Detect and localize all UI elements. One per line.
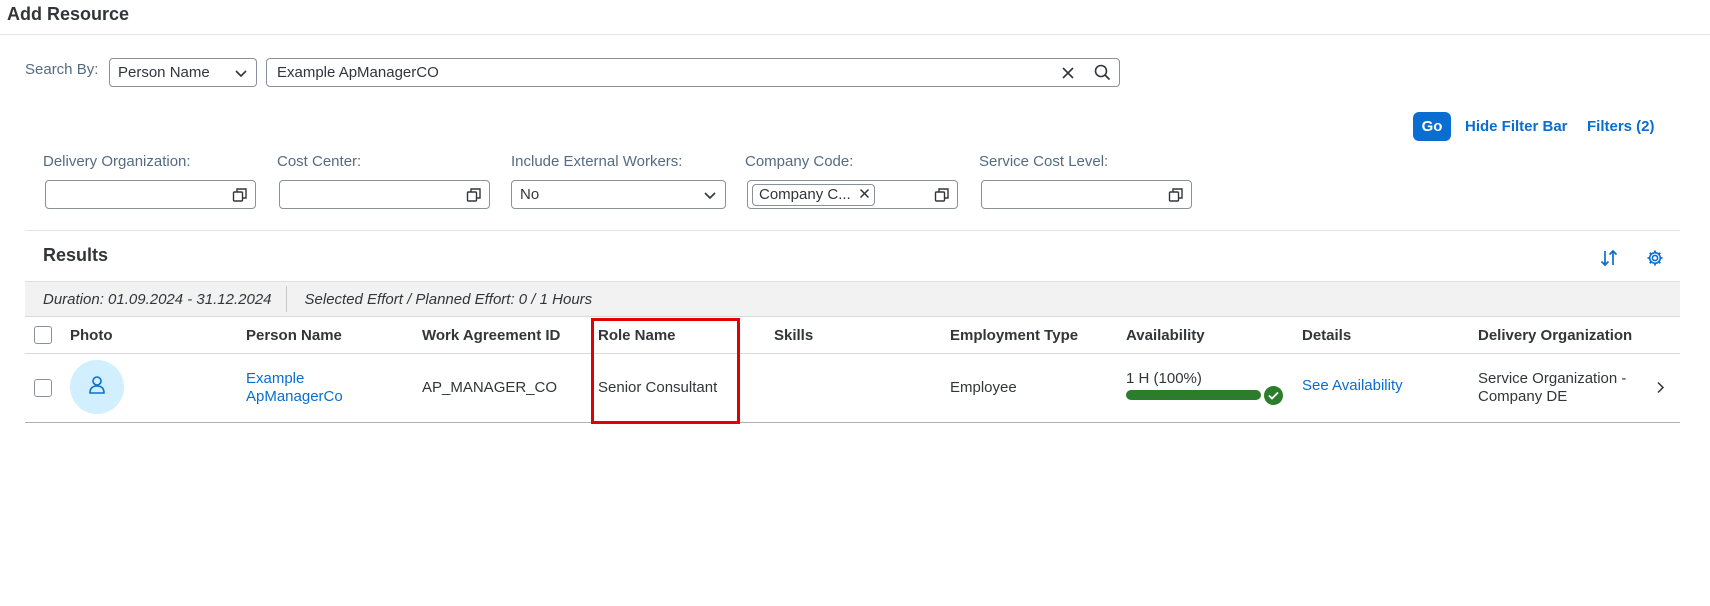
search-input[interactable]: Example ApManagerCO: [266, 58, 1120, 87]
column-header-delivery-organization[interactable]: Delivery Organization: [1478, 327, 1632, 344]
duration-text: Duration: 01.09.2024 - 31.12.2024: [43, 290, 272, 308]
column-header-photo[interactable]: Photo: [70, 327, 113, 344]
include-external-workers-value: No: [520, 186, 540, 203]
service-cost-level-input[interactable]: [981, 180, 1192, 209]
column-header-skills[interactable]: Skills: [774, 327, 813, 344]
column-header-employment-type[interactable]: Employment Type: [950, 327, 1078, 344]
effort-text: Selected Effort / Planned Effort: 0 / 1 …: [304, 290, 593, 308]
include-external-workers-select[interactable]: No: [511, 180, 726, 209]
section-divider: [25, 230, 1680, 231]
check-icon: [1264, 386, 1283, 405]
column-header-availability[interactable]: Availability: [1126, 327, 1205, 344]
company-code-token-text: Company C...: [759, 186, 851, 203]
select-all-checkbox[interactable]: [34, 326, 52, 344]
cost-center-label: Cost Center:: [277, 153, 362, 170]
search-by-label: Search By:: [25, 61, 99, 78]
company-code-input[interactable]: Company C...: [747, 180, 958, 209]
row-checkbox[interactable]: [34, 379, 52, 397]
column-header-details[interactable]: Details: [1302, 327, 1351, 344]
service-cost-level-label: Service Cost Level:: [979, 153, 1109, 170]
value-help-icon[interactable]: [459, 187, 489, 203]
delivery-organization-label: Delivery Organization:: [43, 153, 191, 170]
table-row[interactable]: Example ApManagerCo AP_MANAGER_CO Senior…: [25, 354, 1680, 423]
hide-filter-bar-button[interactable]: Hide Filter Bar: [1465, 118, 1568, 135]
cost-center-input[interactable]: [279, 180, 490, 209]
filters-button[interactable]: Filters (2): [1587, 118, 1655, 135]
work-agreement-id-cell: AP_MANAGER_CO: [422, 379, 558, 396]
search-query: Example ApManagerCO: [277, 64, 439, 81]
search-by-select[interactable]: Person Name: [109, 58, 257, 87]
sort-icon[interactable]: [1595, 244, 1623, 272]
page-title: Add Resource: [7, 4, 130, 24]
delivery-organization-cell: Service Organization - Company DE: [1478, 370, 1627, 405]
column-header-person-name[interactable]: Person Name: [246, 327, 342, 344]
info-toolbar: Duration: 01.09.2024 - 31.12.2024 Select…: [25, 281, 1680, 317]
value-help-icon[interactable]: [927, 187, 957, 203]
page-header: Add Resource: [0, 0, 1710, 35]
search-icon[interactable]: [1085, 59, 1119, 86]
see-availability-link[interactable]: See Availability: [1302, 377, 1403, 395]
chevron-right-icon[interactable]: [1656, 381, 1665, 398]
clear-icon[interactable]: [1051, 59, 1085, 86]
availability-progress-bar: [1126, 390, 1261, 400]
delivery-organization-input[interactable]: [45, 180, 256, 209]
company-code-label: Company Code:: [745, 153, 854, 170]
table-header: Photo Person Name Work Agreement ID Role…: [25, 317, 1680, 354]
employment-type-cell: Employee: [950, 379, 1017, 396]
role-name-highlight-box: [591, 318, 740, 424]
availability-text: 1 H (100%): [1126, 370, 1202, 387]
person-name-link[interactable]: Example ApManagerCo: [246, 370, 343, 406]
chevron-down-icon: [226, 66, 256, 80]
avatar: [70, 360, 124, 414]
column-header-work-agreement-id[interactable]: Work Agreement ID: [422, 327, 560, 344]
gear-icon[interactable]: [1641, 244, 1669, 272]
results-title: Results: [43, 245, 109, 265]
include-external-workers-label: Include External Workers:: [511, 153, 683, 170]
person-icon: [88, 375, 106, 399]
value-help-icon[interactable]: [225, 187, 255, 203]
value-help-icon[interactable]: [1161, 187, 1191, 203]
search-by-value: Person Name: [118, 64, 210, 81]
go-button[interactable]: Go: [1413, 112, 1451, 141]
chevron-down-icon: [695, 188, 725, 202]
company-code-token[interactable]: Company C...: [752, 183, 875, 206]
close-icon[interactable]: [859, 186, 870, 203]
